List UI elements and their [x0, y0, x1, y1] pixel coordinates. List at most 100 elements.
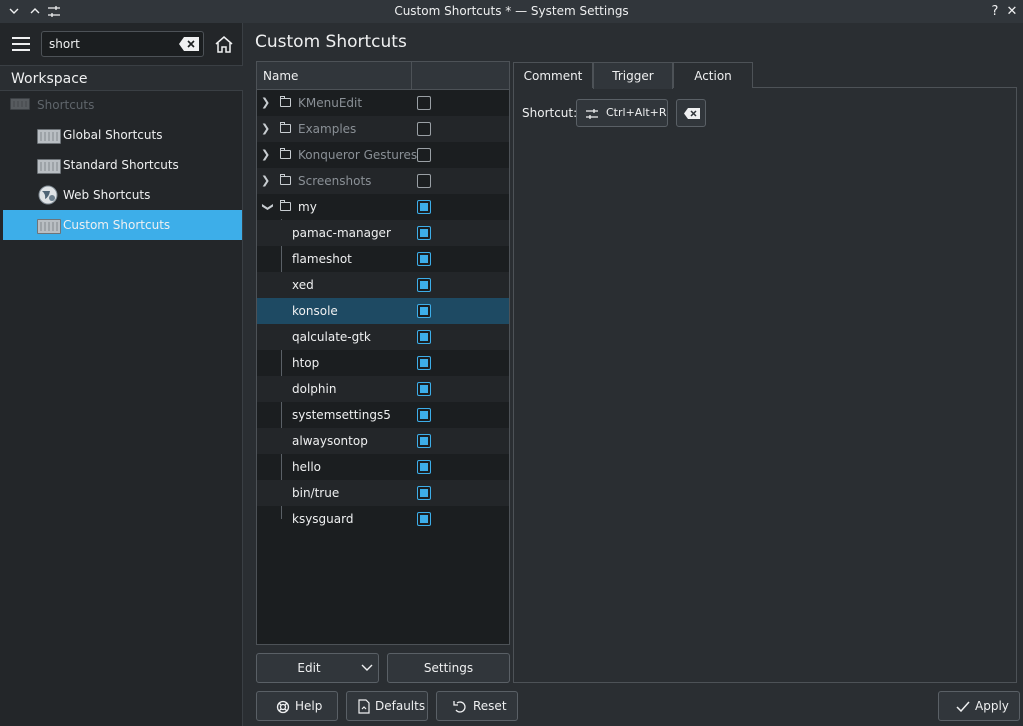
chevron-right-icon[interactable]: ❯: [261, 90, 270, 116]
defaults-button[interactable]: Defaults: [346, 691, 428, 721]
apply-button[interactable]: Apply: [938, 691, 1020, 721]
tree-item-row[interactable]: alwaysontop: [257, 428, 509, 454]
sidebar-item-custom-shortcuts[interactable]: Custom Shortcuts: [3, 210, 242, 240]
enable-checkbox[interactable]: [417, 512, 431, 526]
edit-dropdown-button[interactable]: Edit: [256, 653, 379, 683]
tree-item-row[interactable]: pamac-manager: [257, 220, 509, 246]
lifebuoy-icon: [276, 700, 290, 714]
tree-item-label: qalculate-gtk: [292, 330, 371, 344]
chevron-right-icon[interactable]: ❯: [261, 142, 270, 168]
chevron-right-icon[interactable]: ❯: [261, 116, 270, 142]
sidebar-item-label: Standard Shortcuts: [63, 158, 179, 172]
tree-item-row[interactable]: xed: [257, 272, 509, 298]
sidebar-item-label: Global Shortcuts: [63, 128, 163, 142]
clear-icon: [684, 108, 700, 119]
enable-checkbox[interactable]: [417, 200, 431, 214]
close-icon[interactable]: ✕: [1003, 0, 1021, 23]
sidebar-item-standard-shortcuts[interactable]: Standard Shortcuts: [3, 150, 242, 180]
tree-item-row[interactable]: htop: [257, 350, 509, 376]
sidebar-item-label: Custom Shortcuts: [63, 218, 171, 232]
settings-button[interactable]: Settings: [387, 653, 510, 683]
tree-item-label: flameshot: [292, 252, 352, 266]
tree-item-label: bin/true: [292, 486, 340, 500]
keyboard-icon: [37, 219, 61, 234]
tree-item-label: KMenuEdit: [298, 96, 363, 110]
chevron-down-icon[interactable]: ❯: [255, 202, 281, 211]
enable-checkbox[interactable]: [417, 304, 431, 318]
enable-checkbox[interactable]: [417, 382, 431, 396]
tree-item-row[interactable]: bin/true: [257, 480, 509, 506]
folder-icon: [280, 174, 291, 185]
tree-item-label: my: [298, 200, 317, 214]
tree-item-row-selected[interactable]: konsole: [257, 298, 509, 324]
keyboard-icon: [10, 98, 30, 110]
reset-button[interactable]: Reset: [436, 691, 518, 721]
enable-checkbox[interactable]: [417, 96, 431, 110]
tree-item-label: Examples: [298, 122, 357, 136]
tree-item-label: ksysguard: [292, 512, 354, 526]
enable-checkbox[interactable]: [417, 330, 431, 344]
chevron-down-icon: [361, 664, 373, 671]
shortcut-key-button[interactable]: Ctrl+Alt+R: [576, 99, 668, 127]
enable-checkbox[interactable]: [417, 460, 431, 474]
help-button-label: Help: [295, 699, 323, 713]
shortcut-value: Ctrl+Alt+R: [606, 106, 667, 119]
folder-icon: [280, 96, 291, 107]
document-icon: [358, 699, 370, 714]
enable-checkbox[interactable]: [417, 148, 431, 162]
enable-checkbox[interactable]: [417, 356, 431, 370]
tree-group-row[interactable]: ❯ Konqueror Gestures: [257, 142, 509, 168]
enable-checkbox[interactable]: [417, 434, 431, 448]
enable-checkbox[interactable]: [417, 278, 431, 292]
enable-checkbox[interactable]: [417, 252, 431, 266]
hamburger-menu-icon[interactable]: [12, 36, 32, 54]
sidebar-item-web-shortcuts[interactable]: Web Shortcuts: [3, 180, 242, 210]
column-header-name[interactable]: Name: [263, 62, 298, 90]
tree-item-label: xed: [292, 278, 314, 292]
edit-button-label: Edit: [297, 661, 321, 675]
folder-icon: [280, 200, 291, 211]
category-shortcuts: Shortcuts: [37, 98, 95, 112]
tree-item-label: htop: [292, 356, 320, 370]
tree-item-row[interactable]: qalculate-gtk: [257, 324, 509, 350]
tab-action[interactable]: Action: [673, 62, 753, 88]
tree-group-row[interactable]: ❯ Examples: [257, 116, 509, 142]
apply-button-label: Apply: [975, 699, 1009, 713]
workspace-header: Workspace: [0, 65, 243, 91]
enable-checkbox[interactable]: [417, 486, 431, 500]
enable-checkbox[interactable]: [417, 226, 431, 240]
defaults-button-label: Defaults: [375, 699, 426, 713]
enable-checkbox[interactable]: [417, 122, 431, 136]
tab-trigger[interactable]: Trigger: [593, 62, 673, 89]
tree-item-row[interactable]: hello: [257, 454, 509, 480]
chevron-right-icon[interactable]: ❯: [261, 168, 270, 194]
globe-icon: [38, 185, 58, 205]
tab-comment[interactable]: Comment: [513, 62, 593, 88]
help-icon[interactable]: ?: [986, 0, 1004, 23]
tree-item-label: Screenshots: [298, 174, 372, 188]
undo-icon: [453, 701, 466, 713]
tree-group-row[interactable]: ❯ KMenuEdit: [257, 90, 509, 116]
tree-item-label: dolphin: [292, 382, 337, 396]
tree-item-row[interactable]: systemsettings5: [257, 402, 509, 428]
home-icon[interactable]: [214, 35, 234, 53]
page-title: Custom Shortcuts: [255, 32, 407, 52]
tree-item-row[interactable]: ksysguard: [257, 506, 509, 532]
enable-checkbox[interactable]: [417, 174, 431, 188]
keyboard-icon: [37, 129, 61, 144]
tree-item-row[interactable]: dolphin: [257, 376, 509, 402]
enable-checkbox[interactable]: [417, 408, 431, 422]
clear-shortcut-button[interactable]: [676, 99, 706, 127]
sidebar-item-global-shortcuts[interactable]: Global Shortcuts: [3, 120, 242, 150]
tree-group-row[interactable]: ❯ Screenshots: [257, 168, 509, 194]
search-input-value[interactable]: short: [49, 31, 80, 57]
checkmark-icon: [956, 701, 970, 712]
column-divider: [411, 62, 412, 90]
tree-item-label: systemsettings5: [292, 408, 391, 422]
shortcut-label: Shortcut:: [522, 106, 578, 120]
tree-item-label: alwaysontop: [292, 434, 368, 448]
tree-item-row[interactable]: flameshot: [257, 246, 509, 272]
clear-search-icon[interactable]: [178, 36, 200, 52]
help-button[interactable]: Help: [256, 691, 338, 721]
tree-group-row[interactable]: ❯ my: [257, 194, 509, 220]
